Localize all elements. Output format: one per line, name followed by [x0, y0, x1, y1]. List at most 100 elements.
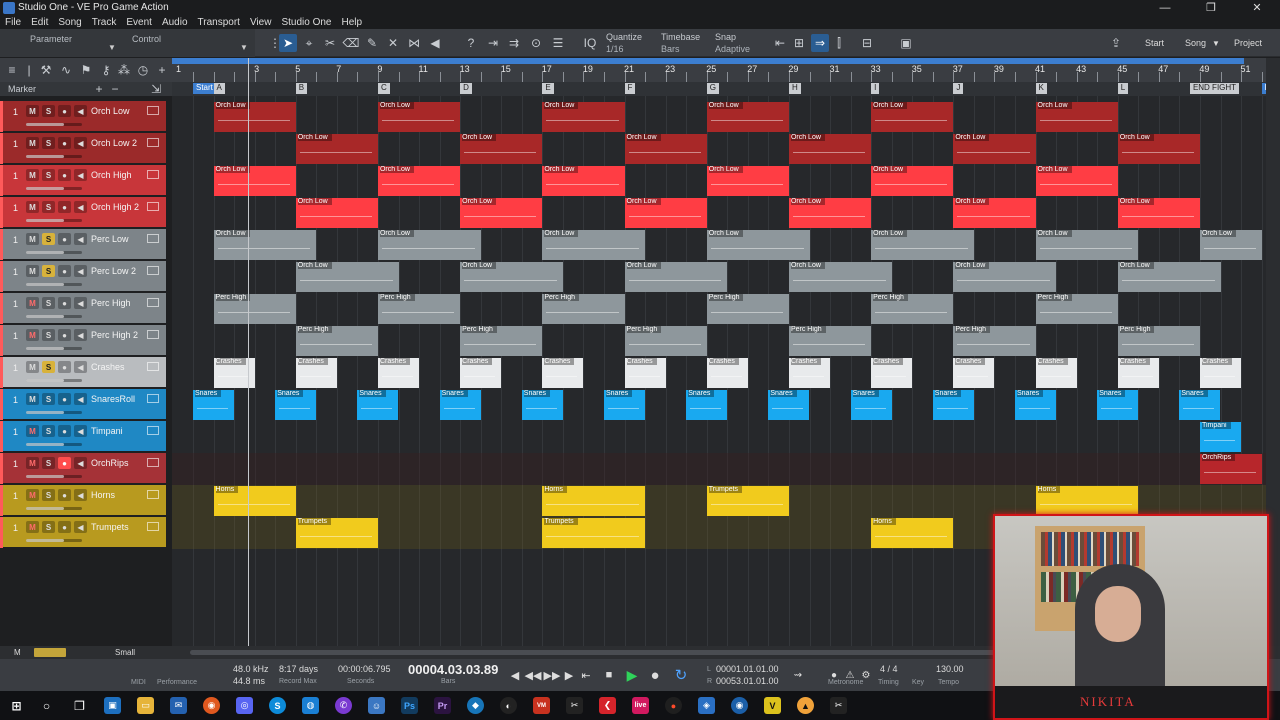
- menu-song[interactable]: Song: [53, 17, 86, 28]
- clock-icon[interactable]: ◷: [134, 61, 152, 79]
- event-clip[interactable]: Orch Low: [542, 230, 646, 260]
- record-arm-button[interactable]: ●: [58, 361, 71, 373]
- event-clip[interactable]: Snares: [275, 390, 317, 420]
- volume-fader[interactable]: [26, 155, 82, 158]
- mute-button[interactable]: M: [26, 393, 39, 405]
- premiere-icon[interactable]: Pr: [434, 697, 451, 714]
- song-page-button[interactable]: Song ▼: [1185, 29, 1220, 57]
- volume-fader[interactable]: [26, 539, 82, 542]
- instrument-icon[interactable]: [147, 362, 159, 371]
- loop-r-value[interactable]: 00053.01.01.00: [716, 676, 779, 686]
- volume-fader[interactable]: [26, 123, 82, 126]
- instrument-icon[interactable]: [147, 458, 159, 467]
- group-icon[interactable]: ⁂: [115, 61, 133, 79]
- event-clip[interactable]: Orch Low: [953, 262, 1057, 292]
- event-clip[interactable]: Orch Low: [460, 198, 543, 228]
- monitor-button[interactable]: ◀: [74, 297, 87, 309]
- event-clip[interactable]: OrchRips: [1199, 454, 1262, 484]
- record-arm-button[interactable]: ●: [58, 201, 71, 213]
- mute-button[interactable]: M: [26, 489, 39, 501]
- event-clip[interactable]: Orch Low: [460, 262, 563, 292]
- event-clip[interactable]: Orch Low: [1117, 262, 1221, 292]
- help-icon[interactable]: ?: [462, 34, 480, 52]
- minimize-button[interactable]: —: [1142, 0, 1188, 15]
- track-header[interactable]: 1 M S ● ◀ Orch Low: [0, 101, 166, 132]
- event-clip[interactable]: Orch Low: [295, 134, 378, 164]
- marker[interactable]: END FIGHT: [1189, 83, 1240, 94]
- event-clip[interactable]: Perc High: [542, 294, 625, 324]
- maximize-button[interactable]: ❐: [1188, 0, 1234, 15]
- mute-button[interactable]: M: [26, 425, 39, 437]
- monitor-button[interactable]: ◀: [74, 393, 87, 405]
- event-clip[interactable]: Orch Low: [624, 134, 707, 164]
- event-clip[interactable]: Orch Low: [295, 198, 378, 228]
- track-name[interactable]: Timpani: [91, 426, 123, 436]
- track-select-strip[interactable]: [0, 293, 3, 324]
- zoom-icon[interactable]: ⊙: [527, 34, 545, 52]
- vst-app-icon[interactable]: ◈: [698, 697, 715, 714]
- event-clip[interactable]: Orch Low: [788, 134, 872, 164]
- event-clip[interactable]: Orch Low: [624, 262, 728, 292]
- snap-group[interactable]: Snap Adaptive: [709, 29, 769, 57]
- instrument-icon[interactable]: [147, 138, 159, 147]
- track-header[interactable]: 1 M S ● ◀ SnaresRoll: [0, 389, 166, 420]
- playhead-cursor[interactable]: [248, 58, 249, 646]
- menu-audio[interactable]: Audio: [157, 17, 193, 28]
- marker-list-icon[interactable]: ⇲: [147, 80, 165, 98]
- track-name[interactable]: Orch High 2: [91, 202, 139, 212]
- mute-button[interactable]: M: [26, 329, 39, 341]
- add-track-icon[interactable]: +: [153, 61, 171, 79]
- marker[interactable]: C: [377, 83, 390, 94]
- event-clip[interactable]: Orch Low: [1035, 166, 1118, 196]
- volume-fader[interactable]: [26, 443, 82, 446]
- project-page-button[interactable]: Project: [1234, 29, 1262, 57]
- menu-studio-one[interactable]: Studio One: [276, 17, 336, 28]
- instrument-icon[interactable]: [147, 330, 159, 339]
- event-clip[interactable]: Orch Low: [953, 198, 1036, 228]
- loop-icon[interactable]: ↻: [673, 667, 689, 684]
- marker[interactable]: F: [624, 83, 636, 94]
- event-clip[interactable]: Orch Low: [706, 102, 789, 132]
- task-view-icon[interactable]: ❐: [71, 697, 88, 714]
- track-select-strip[interactable]: [0, 517, 3, 548]
- track-name[interactable]: Orch High: [91, 170, 132, 180]
- windows-start-icon[interactable]: ⊞: [8, 697, 25, 714]
- live-icon[interactable]: live: [632, 697, 649, 714]
- search-icon[interactable]: ○: [38, 697, 55, 714]
- event-clip[interactable]: Snares: [768, 390, 810, 420]
- paint-tool-icon[interactable]: ✎: [363, 34, 381, 52]
- event-clip[interactable]: Orch Low: [1117, 198, 1200, 228]
- forward-icon[interactable]: ▶▶: [544, 667, 561, 683]
- size-indicator[interactable]: [34, 648, 66, 657]
- photoshop-icon[interactable]: Ps: [401, 697, 418, 714]
- studio-one-icon[interactable]: ◉: [731, 697, 748, 714]
- event-clip[interactable]: Perc High: [953, 326, 1036, 356]
- instrument-icon[interactable]: [147, 234, 159, 243]
- event-clip[interactable]: Orch Low: [788, 262, 892, 292]
- track-name[interactable]: Orch Low 2: [91, 138, 137, 148]
- track-name[interactable]: Perc Low 2: [91, 266, 136, 276]
- event-clip[interactable]: Snares: [932, 390, 974, 420]
- mute-button[interactable]: M: [26, 297, 39, 309]
- menu-help[interactable]: Help: [336, 17, 367, 28]
- record-arm-button[interactable]: ●: [58, 233, 71, 245]
- obs-icon[interactable]: ◐: [500, 697, 517, 714]
- track-name[interactable]: Perc Low: [91, 234, 129, 244]
- mute-button[interactable]: M: [26, 265, 39, 277]
- track-lanes-icon[interactable]: ☰: [549, 34, 567, 52]
- instrument-icon[interactable]: [147, 266, 159, 275]
- blue-app-icon[interactable]: ◆: [467, 697, 484, 714]
- key-label[interactable]: Key: [912, 679, 924, 686]
- record-arm-button[interactable]: ●: [58, 393, 71, 405]
- event-clip[interactable]: Snares: [1015, 390, 1057, 420]
- mute-button[interactable]: M: [26, 169, 39, 181]
- monitor-button[interactable]: ◀: [74, 425, 87, 437]
- mute-button[interactable]: M: [26, 233, 39, 245]
- track-header[interactable]: 1 M S ● ◀ Orch High 2: [0, 197, 166, 228]
- iq-button[interactable]: IQ: [581, 34, 599, 52]
- menu-edit[interactable]: Edit: [26, 17, 53, 28]
- skype-icon[interactable]: S: [269, 697, 286, 714]
- track-lane[interactable]: [172, 421, 1266, 453]
- track-lane[interactable]: [172, 453, 1266, 485]
- event-clip[interactable]: Crashes: [788, 358, 831, 388]
